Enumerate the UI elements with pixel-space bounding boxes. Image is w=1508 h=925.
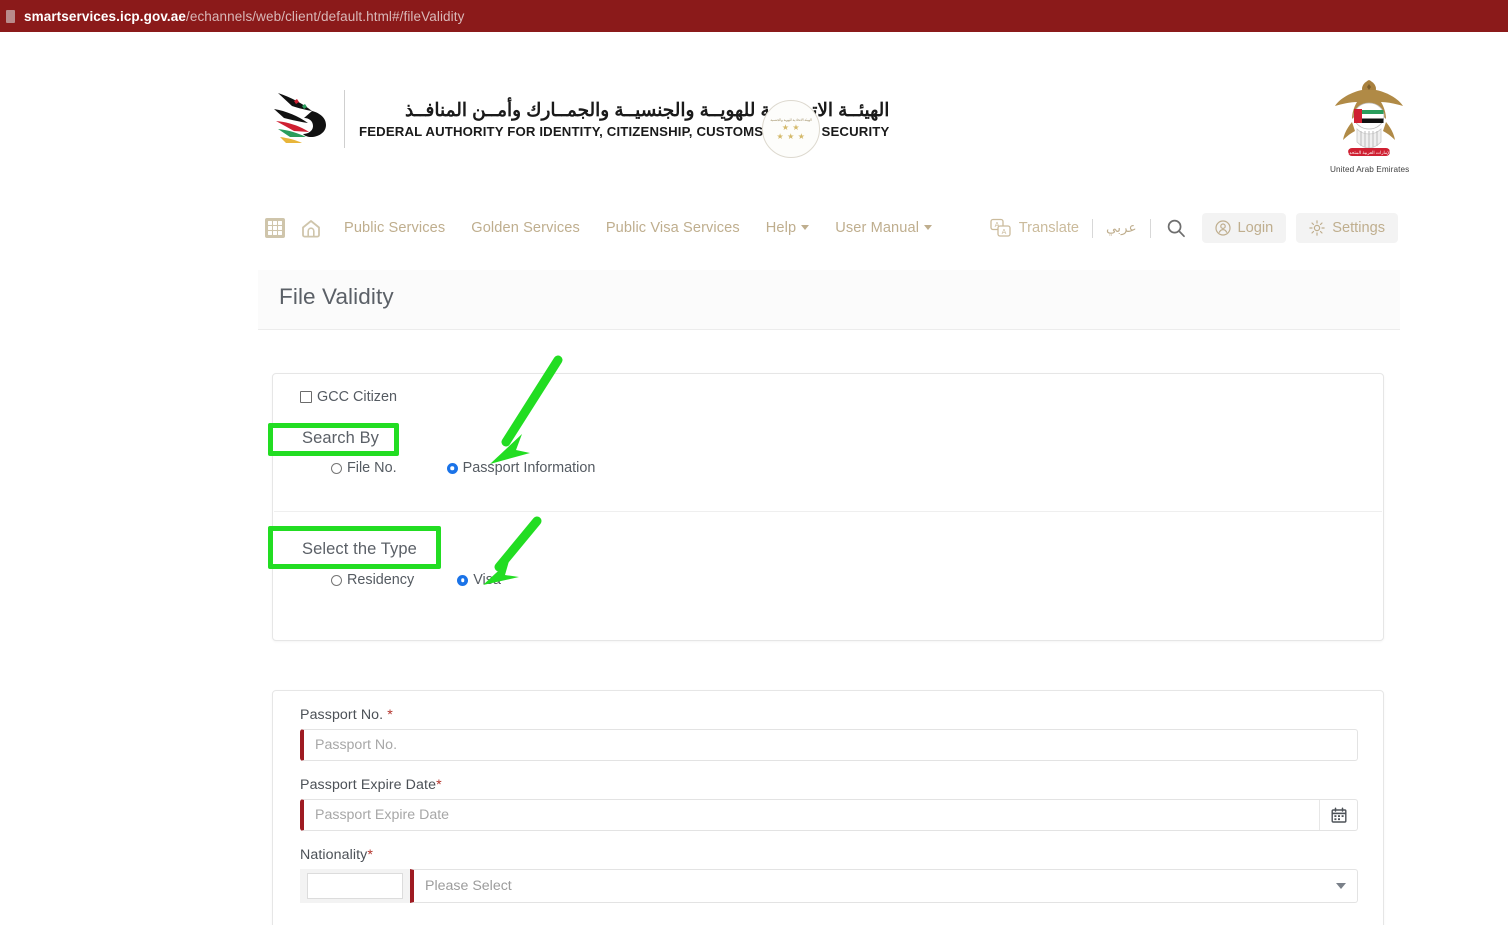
search-options-panel: GCC Citizen Search By File No. Passport … [272, 373, 1384, 641]
chevron-down-icon [1336, 883, 1346, 889]
translate-label: Translate [1018, 220, 1080, 236]
nationality-select[interactable]: Please Select [300, 869, 1358, 903]
calendar-picker-button[interactable] [1319, 800, 1357, 830]
seal-stars-top: ★ ★ [781, 122, 801, 132]
chevron-down-icon [801, 225, 810, 230]
passport-expire-date-label: Passport Expire Date* [300, 777, 1358, 793]
settings-label: Settings [1332, 220, 1385, 236]
passport-no-label: Passport No. * [300, 707, 1358, 723]
user-circle-icon [1214, 220, 1231, 236]
chevron-down-icon [924, 225, 933, 230]
page-root: الهيئــة الاتحاديــة للهويــة والجنسيــة… [0, 32, 1508, 925]
nav-right-group: A A Translate عربي Login Settings [990, 208, 1398, 248]
passport-details-panel: Passport No. * Passport No. Passport Exp… [272, 690, 1384, 925]
page-title-card: File Validity [258, 270, 1400, 330]
page-title: File Validity [279, 284, 394, 309]
government-seal-icon: الهيئة الاتحادية للهوية والجنسية ★ ★ ★ ★… [762, 100, 820, 158]
url-text: smartservices.icp.gov.ae/echannels/web/c… [24, 9, 464, 24]
nav-divider [1149, 218, 1151, 238]
seal-arabic-text: الهيئة الاتحادية للهوية والجنسية [770, 117, 812, 122]
gcc-citizen-label: GCC Citizen [317, 389, 397, 405]
translate-button[interactable]: A A Translate [990, 218, 1079, 238]
passport-expire-date-field: Passport Expire Date* Passport Expire Da… [300, 777, 1358, 831]
nav-item-public-visa-services[interactable]: Public Visa Services [606, 220, 740, 236]
logo-divider [344, 90, 345, 148]
panel-divider [274, 511, 1382, 512]
favicon [6, 9, 15, 23]
login-label: Login [1237, 220, 1274, 236]
login-button[interactable]: Login [1201, 213, 1287, 243]
radio-label: Visa [473, 572, 501, 588]
nav-left-group: Public Services Golden Services Public V… [264, 208, 958, 248]
nav-label: Public Services [344, 220, 446, 236]
nav-item-golden-services[interactable]: Golden Services [471, 220, 580, 236]
apps-grid-button[interactable] [264, 217, 286, 239]
browser-url-bar[interactable]: smartservices.icp.gov.ae/echannels/web/c… [0, 0, 1508, 36]
nationality-label: Nationality* [300, 847, 1358, 863]
nav-item-help[interactable]: Help [765, 220, 810, 236]
uae-emblem: الإمارات العربية المتحدة United Arab Emi… [1330, 76, 1410, 174]
nationality-search-box[interactable] [300, 869, 410, 903]
home-button[interactable] [300, 217, 322, 239]
grid-icon [265, 218, 285, 238]
passport-expire-date-placeholder: Passport Expire Date [315, 807, 450, 823]
label-text: Passport Expire Date [300, 777, 437, 793]
seal-stars-bottom: ★ ★ ★ [776, 131, 806, 141]
nav-item-public-services[interactable]: Public Services [344, 220, 445, 236]
calendar-icon [1331, 807, 1347, 823]
radio-label: File No. [347, 460, 397, 476]
radio-label: Passport Information [462, 460, 596, 476]
gear-icon [1309, 220, 1325, 236]
search-button[interactable] [1166, 218, 1186, 238]
passport-no-input[interactable]: Passport No. [300, 729, 1358, 761]
nationality-selected-value: Please Select [425, 878, 512, 894]
required-asterisk: * [367, 847, 373, 863]
nationality-selected-value-box[interactable]: Please Select [410, 869, 1358, 903]
falcon-logo-icon [268, 87, 338, 151]
radio-button[interactable] [331, 574, 342, 586]
nav-label: Golden Services [471, 220, 580, 236]
nationality-field: Nationality* Please Select [300, 847, 1358, 903]
settings-button[interactable]: Settings [1296, 213, 1398, 243]
nav-label: Help [765, 220, 797, 236]
search-icon [1167, 219, 1185, 238]
gcc-citizen-checkbox-row[interactable]: GCC Citizen [300, 389, 397, 405]
search-by-label: Search By [302, 429, 380, 447]
url-path: /echannels/web/client/default.html#/file… [186, 8, 465, 24]
nationality-search-input[interactable] [307, 873, 403, 899]
nav-label: User Manual [835, 220, 920, 236]
select-type-radio-group: Residency Visa [331, 572, 501, 588]
label-text: Nationality [300, 847, 368, 863]
required-asterisk: * [387, 707, 393, 723]
passport-expire-date-input[interactable]: Passport Expire Date [300, 799, 1358, 831]
radio-visa[interactable]: Visa [457, 572, 501, 588]
nav-label: Public Visa Services [605, 220, 740, 236]
passport-no-field: Passport No. * Passport No. [300, 707, 1358, 761]
gcc-citizen-checkbox[interactable] [300, 391, 312, 403]
site-header: الهيئــة الاتحاديــة للهويــة والجنسيــة… [0, 32, 1508, 174]
translate-icon: A A [990, 218, 1011, 237]
home-icon [302, 220, 320, 238]
radio-passport-information[interactable]: Passport Information [446, 460, 596, 476]
emblem-caption: United Arab Emirates [1330, 165, 1410, 174]
nav-item-user-manual[interactable]: User Manual [835, 220, 933, 236]
radio-button[interactable] [331, 462, 342, 474]
radio-button-selected[interactable] [457, 574, 469, 586]
uae-falcon-emblem-icon: الإمارات العربية المتحدة [1335, 80, 1403, 156]
url-domain: smartservices.icp.gov.ae [24, 8, 186, 24]
arabic-language-link[interactable]: عربي [1106, 220, 1137, 236]
radio-button-selected[interactable] [446, 462, 458, 474]
radio-file-no[interactable]: File No. [331, 460, 397, 476]
required-asterisk: * [436, 777, 442, 793]
select-type-label: Select the Type [302, 540, 417, 558]
main-navigation: Public Services Golden Services Public V… [0, 208, 1508, 248]
svg-text:A: A [1001, 229, 1006, 236]
search-by-radio-group: File No. Passport Information [331, 460, 595, 476]
label-text: Passport No. [300, 707, 388, 723]
radio-residency[interactable]: Residency [331, 572, 414, 588]
passport-no-placeholder: Passport No. [315, 737, 398, 753]
radio-label: Residency [347, 572, 415, 588]
nav-divider [1092, 218, 1094, 238]
